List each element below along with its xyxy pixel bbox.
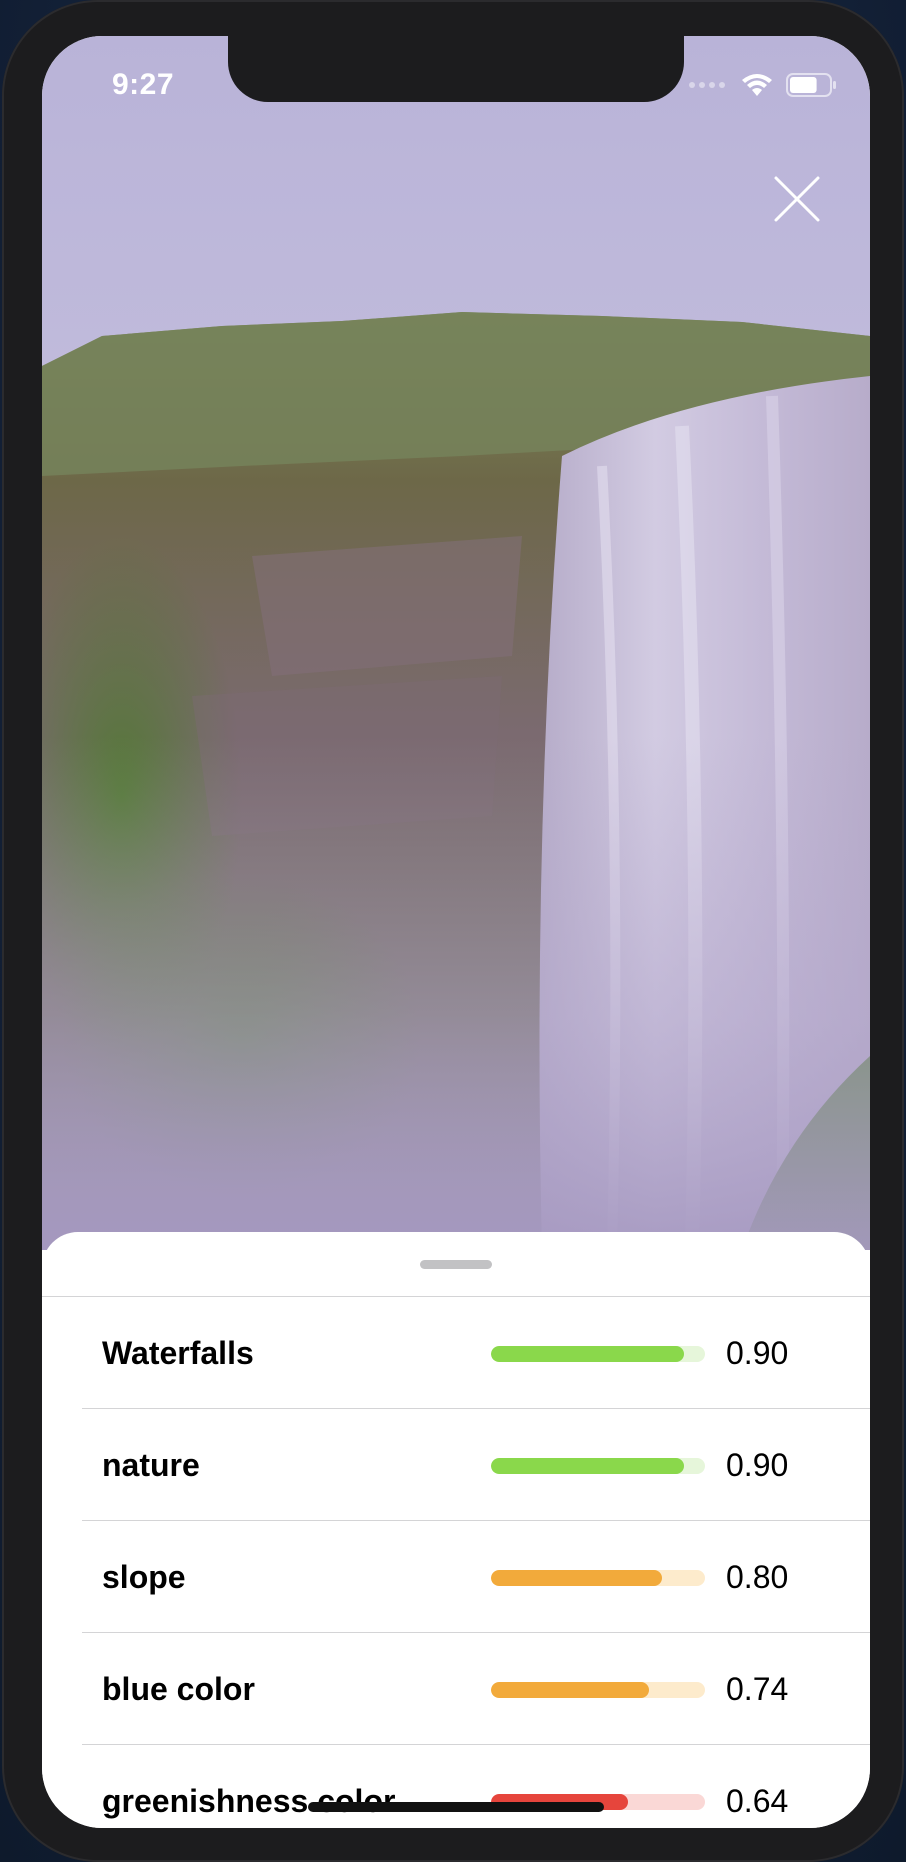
home-indicator[interactable]: [308, 1802, 604, 1812]
wifi-icon: [742, 74, 772, 96]
close-button[interactable]: [770, 172, 824, 226]
sheet-grabber-handle[interactable]: [420, 1260, 492, 1269]
camera-notch: [228, 36, 684, 102]
confidence-bar-track: [491, 1458, 705, 1474]
waterfall-photo: [42, 36, 870, 1250]
phone-screen: 9:27 Waterfalls 0.90 nature 0.90 slope 0…: [42, 36, 870, 1828]
result-row: Waterfalls 0.90: [42, 1297, 870, 1409]
result-score: 0.80: [726, 1559, 789, 1595]
result-label: nature: [102, 1447, 200, 1483]
status-time: 9:27: [112, 68, 175, 101]
status-icons: [688, 72, 838, 98]
result-label: Waterfalls: [102, 1335, 254, 1371]
confidence-bar-fill: [491, 1458, 684, 1474]
result-row: blue color 0.74: [42, 1633, 870, 1745]
results-list: Waterfalls 0.90 nature 0.90 slope 0.80 b…: [42, 1297, 870, 1828]
confidence-bar-track: [491, 1346, 705, 1362]
result-row: nature 0.90: [42, 1409, 870, 1521]
result-score: 0.90: [726, 1335, 789, 1371]
confidence-bar-fill: [491, 1346, 684, 1362]
cellular-signal-icon: [689, 82, 725, 88]
phone-frame: 9:27 Waterfalls 0.90 nature 0.90 slope 0…: [2, 0, 904, 1862]
result-label: slope: [102, 1559, 186, 1595]
confidence-bar-track: [491, 1682, 705, 1698]
result-score: 0.74: [726, 1671, 789, 1707]
confidence-bar-fill: [491, 1570, 663, 1586]
result-score: 0.90: [726, 1447, 789, 1483]
result-label: greenishness color: [102, 1783, 396, 1819]
result-score: 0.64: [726, 1783, 789, 1819]
result-row: greenishness color 0.64: [42, 1745, 870, 1828]
result-label: blue color: [102, 1671, 255, 1707]
result-row: slope 0.80: [42, 1521, 870, 1633]
confidence-bar-fill: [491, 1682, 650, 1698]
confidence-bar-track: [491, 1570, 705, 1586]
battery-icon: [786, 73, 836, 97]
close-icon: [774, 176, 820, 222]
results-sheet[interactable]: Waterfalls 0.90 nature 0.90 slope 0.80 b…: [42, 1232, 870, 1828]
